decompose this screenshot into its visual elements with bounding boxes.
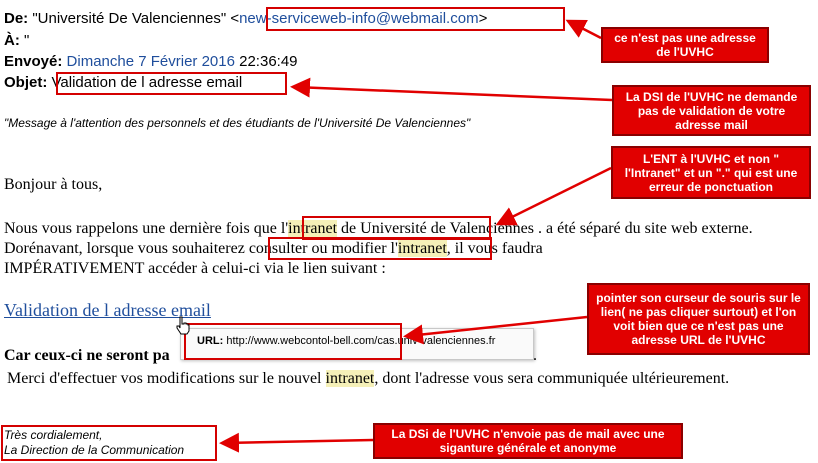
- arrow-intranet: [495, 166, 612, 226]
- annotation-arrows: [219, 19, 613, 453]
- arrow-tooltip: [403, 315, 588, 345]
- arrow-sender: [565, 19, 602, 40]
- arrow-signature: [219, 432, 374, 453]
- arrow-subject: [290, 77, 613, 102]
